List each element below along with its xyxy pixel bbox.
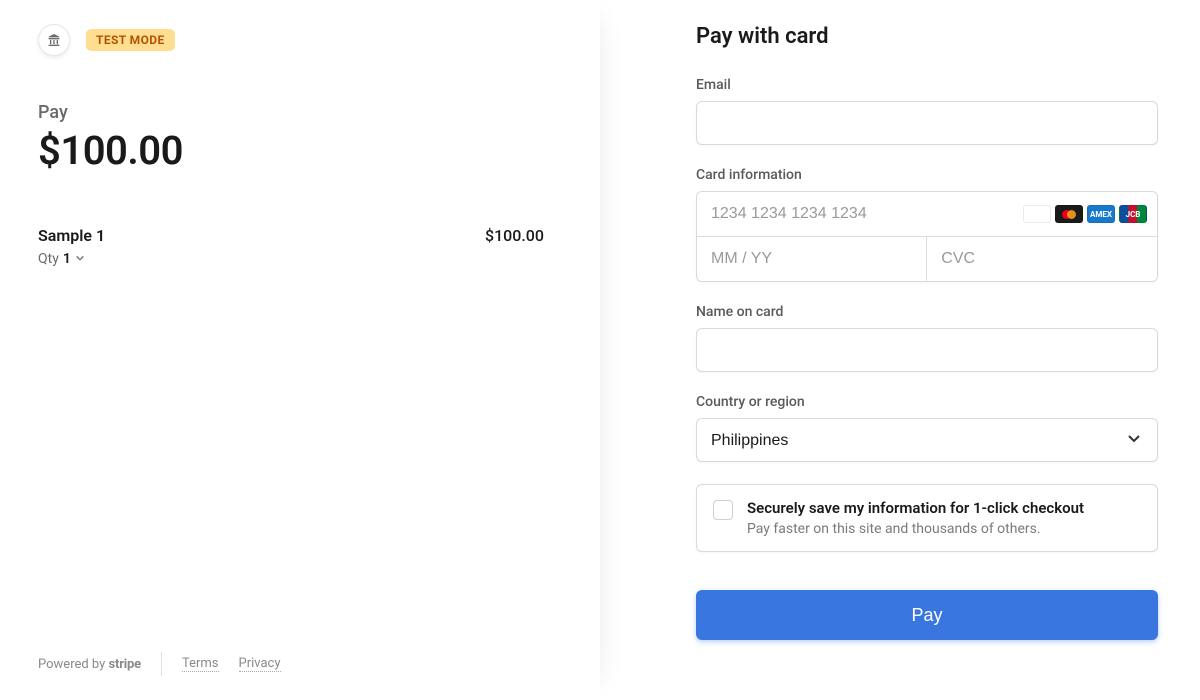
save-info-checkbox[interactable] <box>713 500 733 520</box>
privacy-link[interactable]: Privacy <box>239 656 281 672</box>
total-amount: $100.00 <box>38 127 544 174</box>
mastercard-icon <box>1055 205 1083 223</box>
visa-icon: VISA <box>1023 205 1051 223</box>
country-select[interactable]: Philippines <box>696 418 1158 462</box>
card-cvc-input[interactable] <box>927 237 1157 281</box>
save-info-title: Securely save my information for 1-click… <box>747 499 1084 517</box>
line-item-name: Sample 1 <box>38 226 105 245</box>
qty-label: Qty <box>38 251 59 267</box>
powered-by-label: Powered by <box>38 657 105 672</box>
card-expiry-input[interactable] <box>697 237 927 281</box>
summary-panel: TEST MODE Pay $100.00 Sample 1 $100.00 Q… <box>0 0 600 700</box>
card-info-label: Card information <box>696 167 1158 183</box>
form-heading: Pay with card <box>696 24 1158 49</box>
chevron-down-icon <box>75 251 85 267</box>
email-input[interactable] <box>696 101 1158 145</box>
quantity-selector[interactable]: Qty 1 <box>38 251 544 267</box>
card-brand-icons: VISA AMEX JCB <box>1023 205 1147 223</box>
qty-value: 1 <box>63 251 71 267</box>
pay-button[interactable]: Pay <box>696 590 1158 640</box>
save-info-subtitle: Pay faster on this site and thousands of… <box>747 521 1084 537</box>
amex-icon: AMEX <box>1087 205 1115 223</box>
email-label: Email <box>696 77 1158 93</box>
payment-form: Pay with card Email Card information VIS… <box>600 0 1200 700</box>
name-label: Name on card <box>696 304 1158 320</box>
jcb-icon: JCB <box>1119 205 1147 223</box>
stripe-logo: stripe <box>109 657 141 672</box>
pay-label: Pay <box>38 102 544 123</box>
name-input[interactable] <box>696 328 1158 372</box>
footer-divider <box>161 652 162 676</box>
merchant-icon <box>38 24 70 56</box>
test-mode-badge: TEST MODE <box>86 29 175 51</box>
terms-link[interactable]: Terms <box>182 656 219 672</box>
country-label: Country or region <box>696 394 1158 410</box>
footer: Powered by stripe Terms Privacy <box>38 652 281 676</box>
line-item-price: $100.00 <box>485 226 544 245</box>
save-info-box: Securely save my information for 1-click… <box>696 484 1158 552</box>
